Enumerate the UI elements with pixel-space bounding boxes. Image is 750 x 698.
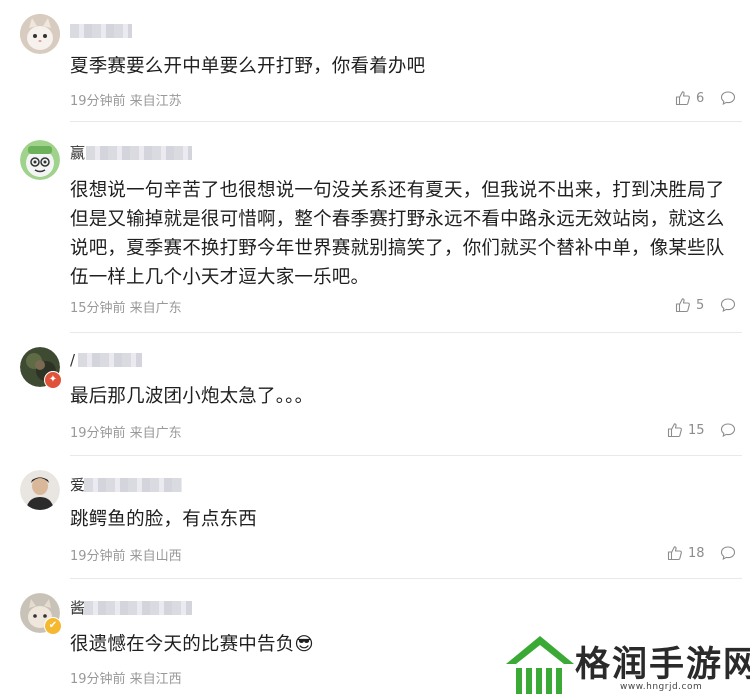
comment-meta: 19分钟前 来自江西 [70, 672, 182, 687]
comment-item: 爱 跳鳄鱼的脸，有点东西 19分钟前 来自山西 18 [0, 456, 750, 578]
like-button[interactable]: 15 [667, 422, 705, 438]
fire-badge-icon: ✦ [44, 371, 62, 389]
like-count: 15 [688, 422, 705, 438]
username[interactable]: / [70, 351, 150, 369]
reply-icon[interactable] [720, 545, 736, 561]
like-button[interactable]: 18 [667, 545, 705, 561]
username-blur [84, 478, 182, 492]
username-blur [84, 601, 192, 615]
reply-icon[interactable] [720, 90, 736, 106]
comment-item: 赢 很想说一句辛苦了也很想说一句没关系还有夏天，但我说不出来，打到决胜局了但是又… [0, 122, 750, 332]
like-count: 6 [696, 90, 705, 106]
avatar[interactable] [20, 140, 60, 180]
comment-meta: 15分钟前 来自广东 [70, 301, 182, 316]
cat-avatar-icon [20, 14, 60, 54]
comment-text: 夏季赛要么开中单要么开打野，你看着办吧 [70, 56, 426, 77]
comment-text: 跳鳄鱼的脸，有点东西 [70, 509, 258, 530]
avatar[interactable] [20, 470, 60, 510]
username-blur [86, 146, 192, 160]
username[interactable]: 酱 [70, 599, 200, 617]
comment-text: 很想说一句辛苦了也很想说一句没关系还有夏天，但我说不出来，打到决胜局了但是又输掉… [70, 180, 725, 288]
cartoon-avatar-icon [20, 140, 60, 180]
comment-meta: 19分钟前 来自山西 [70, 549, 182, 564]
comment-meta: 19分钟前 来自广东 [70, 426, 182, 441]
like-button[interactable]: 6 [675, 90, 704, 106]
thumbs-up-icon [667, 423, 682, 438]
thumbs-up-icon [675, 91, 690, 106]
username[interactable] [70, 22, 150, 40]
username[interactable]: 爱 [70, 476, 190, 494]
comment-text: 最后那几波团小炮太急了。。。 [70, 386, 314, 407]
like-button[interactable]: 5 [675, 297, 704, 313]
username-blur [78, 353, 142, 367]
watermark-url: www.hngrjd.com [620, 682, 703, 692]
username-blur [70, 24, 132, 38]
site-watermark: 格润手游网 www.hngrjd.com [500, 632, 750, 698]
thumbs-up-icon [675, 298, 690, 313]
like-count: 18 [688, 545, 705, 561]
comment-item: 夏季赛要么开中单要么开打野，你看着办吧 19分钟前 来自江苏 6 [0, 0, 750, 120]
verified-badge-icon: ✔ [44, 617, 62, 635]
reply-icon[interactable] [720, 422, 736, 438]
comment-meta: 19分钟前 来自江苏 [70, 94, 182, 109]
like-count: 5 [696, 297, 705, 313]
comment-item: ✦ / 最后那几波团小炮太急了。。。 19分钟前 来自广东 15 [0, 333, 750, 455]
watermark-title: 格润手游网 [575, 645, 750, 685]
username[interactable]: 赢 [70, 144, 200, 162]
avatar[interactable] [20, 14, 60, 54]
reply-icon[interactable] [720, 297, 736, 313]
thumbs-up-icon [667, 546, 682, 561]
house-logo-icon [506, 636, 574, 694]
person-avatar-icon [20, 470, 60, 510]
